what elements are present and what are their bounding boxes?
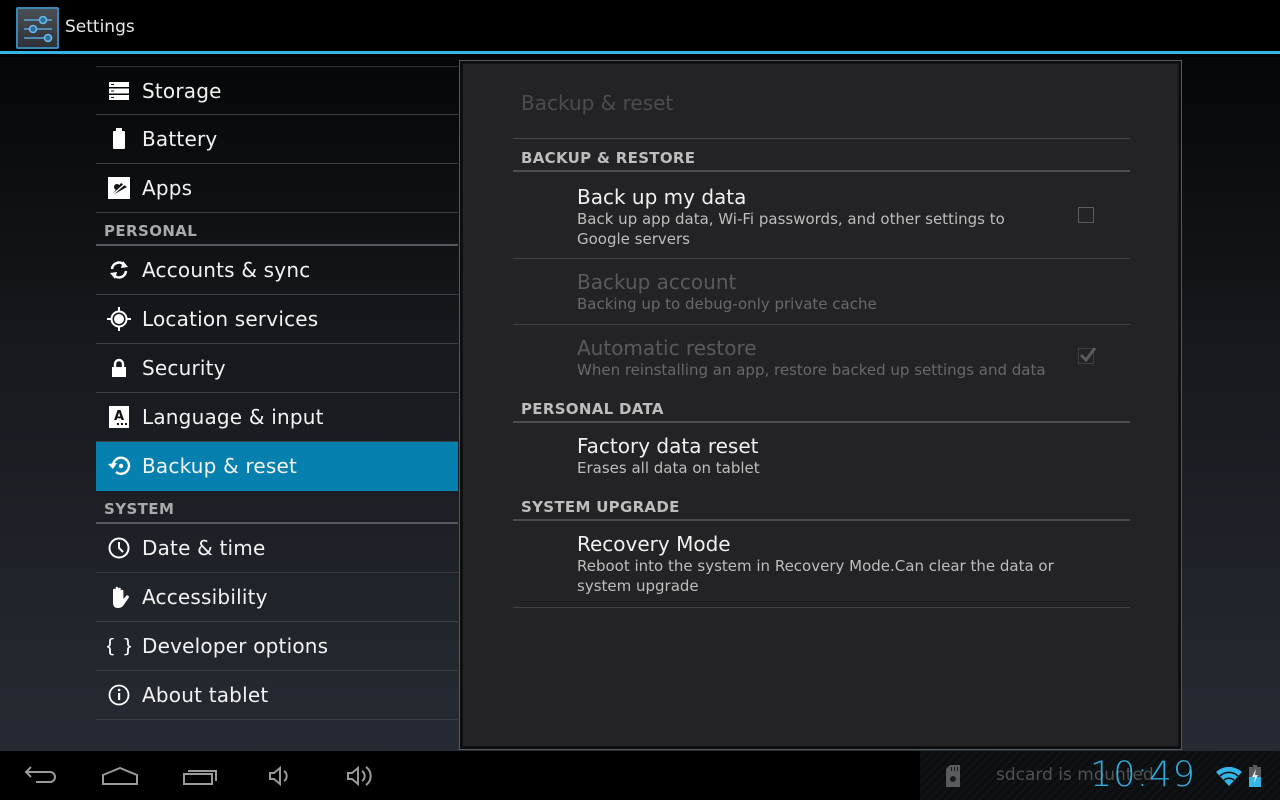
svg-text:A: A (114, 409, 124, 424)
category-backup-restore: BACKUP & RESTORE (513, 142, 1130, 172)
location-icon (96, 307, 142, 331)
back-button[interactable] (22, 763, 58, 789)
sidebar-item-label: Date & time (142, 536, 266, 560)
automatic-restore-checkbox (1078, 347, 1097, 364)
settings-sidebar: Storage Battery Apps PERSONAL Accounts &… (96, 66, 458, 720)
lock-icon (96, 356, 142, 380)
language-icon: A (96, 405, 142, 429)
pref-title: Recovery Mode (577, 532, 731, 556)
sidebar-item-label: Battery (142, 127, 218, 151)
app-title: Settings (65, 17, 135, 37)
pref-summary: Back up app data, Wi-Fi passwords, and o… (577, 210, 1005, 248)
sidebar-item-label: Accessibility (142, 585, 268, 609)
pref-summary: Reboot into the system in Recovery Mode.… (577, 557, 1054, 595)
sidebar-item-label: Backup & reset (142, 454, 298, 478)
category-system-upgrade: SYSTEM UPGRADE (513, 491, 1130, 521)
battery-charging-icon (1249, 765, 1261, 791)
wifi-icon (1216, 766, 1242, 791)
pref-title: Backup account (577, 270, 737, 294)
sidebar-item-label: Security (142, 356, 226, 380)
settings-main: Storage Battery Apps PERSONAL Accounts &… (0, 57, 1280, 751)
sidebar-item-label: Developer options (142, 634, 329, 658)
recent-apps-icon (183, 770, 217, 785)
storage-icon (96, 79, 142, 103)
sidebar-item-about-tablet[interactable]: About tablet (96, 671, 458, 720)
pref-summary: Backing up to debug-only private cache (577, 295, 877, 313)
home-button[interactable] (101, 763, 139, 789)
pref-title: Factory data reset (577, 434, 759, 458)
sidebar-item-label: Accounts & sync (142, 258, 311, 282)
sidebar-header-system: SYSTEM (96, 491, 458, 524)
status-area[interactable]: sdcard is mounted 10:49 (920, 751, 1280, 800)
sidebar-item-storage[interactable]: Storage (96, 66, 458, 115)
checkmark-icon (1079, 347, 1097, 363)
sidebar-item-label: Language & input (142, 405, 324, 429)
pref-automatic-restore: Automatic restore When reinstalling an a… (513, 325, 1130, 393)
info-icon (96, 683, 142, 707)
settings-sliders-icon[interactable] (16, 7, 59, 49)
back-up-data-checkbox[interactable] (1078, 207, 1094, 223)
sidebar-item-language-input[interactable]: A Language & input (96, 393, 458, 442)
pref-recovery-mode[interactable]: Recovery Mode Reboot into the system in … (513, 521, 1130, 608)
pref-title: Back up my data (577, 185, 747, 209)
sidebar-item-label: About tablet (142, 683, 269, 707)
backup-icon (96, 454, 142, 478)
pref-summary: Erases all data on tablet (577, 459, 760, 477)
sidebar-item-accessibility[interactable]: Accessibility (96, 573, 458, 622)
battery-icon (96, 127, 142, 151)
sidebar-item-label: Storage (142, 78, 222, 103)
sdcard-icon (946, 765, 960, 791)
sidebar-item-apps[interactable]: Apps (96, 164, 458, 213)
volume-up-icon (347, 765, 372, 787)
sidebar-item-security[interactable]: Security (96, 344, 458, 393)
detail-panel-inner: Backup & reset BACKUP & RESTORE Back up … (462, 63, 1179, 747)
panel-title: Backup & reset (521, 91, 674, 115)
clock: 10:49 (1090, 755, 1196, 795)
system-bar: sdcard is mounted 10:49 (0, 751, 1280, 800)
sidebar-item-battery[interactable]: Battery (96, 115, 458, 164)
recent-apps-button[interactable] (182, 763, 220, 789)
hand-icon (96, 585, 142, 609)
sidebar-item-date-time[interactable]: Date & time (96, 524, 458, 573)
sidebar-item-backup-reset[interactable]: Backup & reset (96, 442, 458, 491)
sidebar-header-personal: PERSONAL (96, 213, 458, 246)
divider (513, 138, 1130, 139)
detail-panel: Backup & reset BACKUP & RESTORE Back up … (459, 60, 1182, 750)
preference-list: BACKUP & RESTORE Back up my data Back up… (513, 142, 1130, 608)
sidebar-item-developer-options[interactable]: { } Developer options (96, 622, 458, 671)
pref-summary: When reinstalling an app, restore backed… (577, 361, 1046, 379)
sync-icon (96, 258, 142, 282)
pref-back-up-my-data[interactable]: Back up my data Back up app data, Wi-Fi … (513, 172, 1130, 259)
home-icon (102, 766, 138, 785)
sidebar-item-location-services[interactable]: Location services (96, 295, 458, 344)
action-bar: Settings (0, 0, 1280, 54)
sidebar-item-accounts-sync[interactable]: Accounts & sync (96, 246, 458, 295)
back-icon (24, 766, 56, 783)
apps-icon (96, 176, 142, 200)
volume-down-button[interactable] (267, 763, 293, 789)
category-personal-data: PERSONAL DATA (513, 393, 1130, 423)
pref-title: Automatic restore (577, 336, 757, 360)
svg-text:{ }: { } (107, 635, 131, 657)
clock-icon (96, 536, 142, 560)
sidebar-item-label: Apps (142, 176, 193, 200)
pref-backup-account: Backup account Backing up to debug-only … (513, 259, 1130, 325)
sidebar-item-label: Location services (142, 307, 319, 331)
braces-icon: { } (96, 634, 142, 658)
volume-up-button[interactable] (345, 763, 375, 789)
volume-down-icon (269, 765, 288, 787)
pref-factory-data-reset[interactable]: Factory data reset Erases all data on ta… (513, 423, 1130, 491)
